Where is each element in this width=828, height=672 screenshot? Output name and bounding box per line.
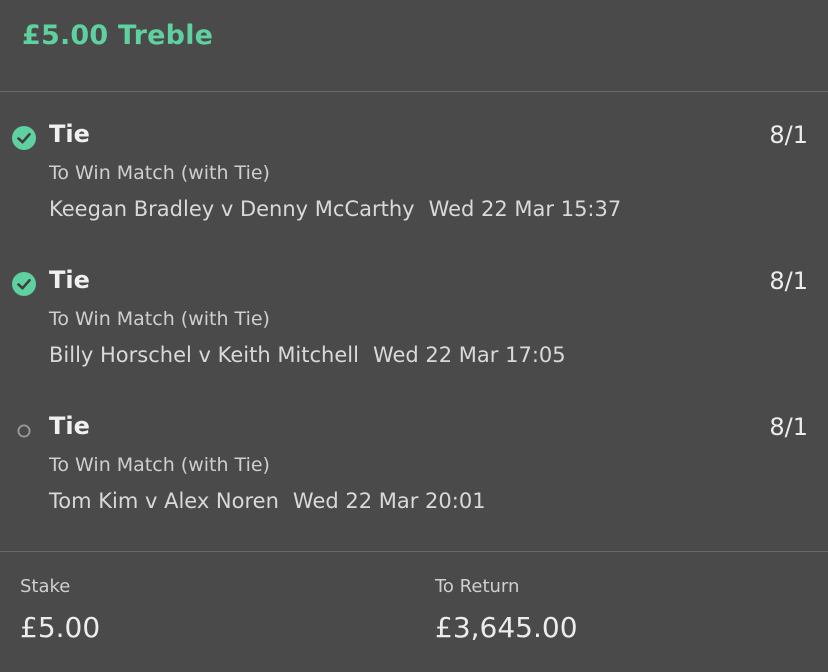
event-date: Wed 22 Mar 15:37 <box>428 197 622 221</box>
event-date: Wed 22 Mar 17:05 <box>372 343 566 367</box>
bet-header: £5.00 Treble <box>0 0 828 92</box>
selection-item: Tie 8/1 To Win Match (with Tie) Billy Ho… <box>0 262 828 392</box>
event-name: Billy Horschel v Keith Mitchell <box>49 343 359 367</box>
to-return-value: £3,645.00 <box>435 611 578 644</box>
selection-event: Billy Horschel v Keith Mitchell Wed 22 Ma… <box>49 343 566 367</box>
selection-name: Tie <box>49 412 90 440</box>
event-date: Wed 22 Mar 20:01 <box>292 489 486 513</box>
selection-market: To Win Match (with Tie) <box>49 308 270 330</box>
bet-footer: Stake £5.00 To Return £3,645.00 <box>0 551 828 672</box>
event-name: Tom Kim v Alex Noren <box>49 489 279 513</box>
selection-event: Tom Kim v Alex Noren Wed 22 Mar 20:01 <box>49 489 486 513</box>
selection-odds: 8/1 <box>769 413 808 441</box>
stake-label: Stake <box>20 576 71 597</box>
selection-name: Tie <box>49 120 90 148</box>
event-name: Keegan Bradley v Denny McCarthy <box>49 197 415 221</box>
selection-name: Tie <box>49 266 90 294</box>
bet-title: £5.00 Treble <box>22 20 214 51</box>
selection-odds: 8/1 <box>769 121 808 149</box>
to-return-label: To Return <box>435 576 520 597</box>
selection-market: To Win Match (with Tie) <box>49 162 270 184</box>
selection-item: Tie 8/1 To Win Match (with Tie) Keegan B… <box>0 116 828 246</box>
selection-odds: 8/1 <box>769 267 808 295</box>
selection-event: Keegan Bradley v Denny McCarthy Wed 22 Ma… <box>49 197 621 221</box>
stake-value: £5.00 <box>20 611 101 644</box>
selection-market: To Win Match (with Tie) <box>49 454 270 476</box>
selection-item: Tie 8/1 To Win Match (with Tie) Tom Kim … <box>0 408 828 538</box>
